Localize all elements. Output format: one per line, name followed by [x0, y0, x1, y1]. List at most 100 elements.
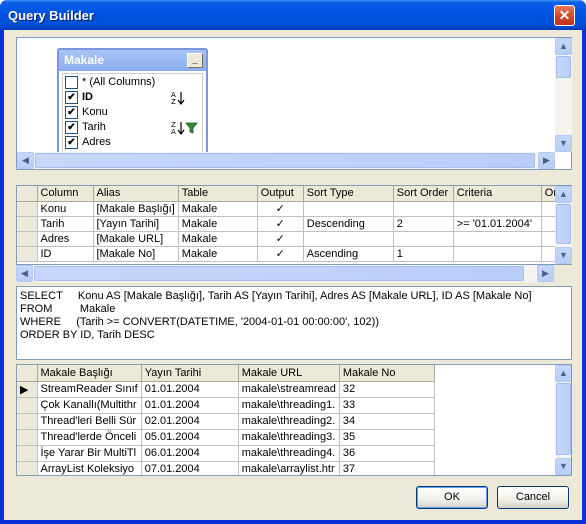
- grid-row[interactable]: ID [Makale No] Makale ✓ Ascending 1: [17, 246, 570, 262]
- scroll-up-button[interactable]: ▲: [555, 186, 572, 203]
- grid-cell[interactable]: [453, 231, 542, 247]
- result-cell[interactable]: 33: [339, 397, 435, 414]
- result-cell[interactable]: StreamReader Sınıf: [37, 381, 142, 398]
- scroll-thumb[interactable]: [556, 204, 571, 244]
- close-button[interactable]: ✕: [554, 5, 575, 26]
- results-column-header[interactable]: Makale No: [339, 365, 435, 382]
- grid-cell[interactable]: [303, 231, 394, 247]
- result-cell[interactable]: 35: [339, 429, 435, 446]
- result-cell[interactable]: Thread'lerde Önceli: [37, 429, 142, 446]
- result-cell[interactable]: makale\streamread: [238, 381, 340, 398]
- scroll-up-button[interactable]: ▲: [555, 365, 571, 382]
- results-row[interactable]: Thread'lerde Önceli 05.01.2004 makale\th…: [17, 429, 435, 446]
- result-cell[interactable]: 07.01.2004: [141, 461, 239, 475]
- scroll-up-button[interactable]: ▲: [555, 38, 572, 55]
- current-row-indicator-icon[interactable]: ▶: [17, 381, 38, 398]
- grid-column-header[interactable]: Output: [257, 186, 304, 202]
- minimize-table-button[interactable]: _: [187, 53, 203, 68]
- grid-cell[interactable]: [303, 201, 394, 217]
- results-column-header[interactable]: Yayın Tarihi: [141, 365, 239, 382]
- grid-cell[interactable]: [393, 231, 454, 247]
- title-bar[interactable]: Query Builder ✕: [0, 0, 586, 30]
- row-selector[interactable]: [17, 445, 38, 462]
- grid-cell[interactable]: ID: [37, 246, 94, 262]
- grid-column-header[interactable]: Table: [178, 186, 258, 202]
- results-row[interactable]: İşe Yarar Bir MultiTl 06.01.2004 makale\…: [17, 445, 435, 462]
- row-selector[interactable]: [17, 231, 38, 247]
- result-cell[interactable]: 05.01.2004: [141, 429, 239, 446]
- result-cell[interactable]: 37: [339, 461, 435, 475]
- grid-cell[interactable]: Makale: [178, 216, 258, 232]
- grid-cell[interactable]: Makale: [178, 231, 258, 247]
- grid-row[interactable]: Konu [Makale Başlığı] Makale ✓: [17, 201, 570, 217]
- grid-cell[interactable]: Makale: [178, 201, 258, 217]
- row-selector[interactable]: [17, 397, 38, 414]
- results-column-header[interactable]: Makale Başlığı: [37, 365, 142, 382]
- grid-cell[interactable]: >= '01.01.2004': [453, 216, 542, 232]
- grid-column-header[interactable]: Alias: [93, 186, 179, 202]
- results-row[interactable]: Thread'leri Belli Sür 02.01.2004 makale\…: [17, 413, 435, 430]
- result-cell[interactable]: makale\threading4.: [238, 445, 340, 462]
- scroll-thumb[interactable]: [34, 266, 524, 281]
- result-cell[interactable]: ArrayList Koleksiyo: [37, 461, 142, 475]
- result-cell[interactable]: 01.01.2004: [141, 397, 239, 414]
- grid-horizontal-scrollbar[interactable]: ◀ ▶: [16, 265, 554, 282]
- criteria-grid-pane[interactable]: Column Alias Table Output Sort Type Sort…: [16, 185, 572, 265]
- checkbox-checked[interactable]: ✔: [65, 136, 78, 149]
- grid-cell[interactable]: Tarih: [37, 216, 94, 232]
- scroll-right-button[interactable]: ▶: [538, 152, 555, 169]
- result-cell[interactable]: 32: [339, 381, 435, 398]
- scroll-left-button[interactable]: ◀: [17, 152, 34, 169]
- checkbox-checked[interactable]: ✔: [65, 91, 78, 104]
- grid-cell[interactable]: Ascending: [303, 246, 394, 262]
- result-cell[interactable]: 36: [339, 445, 435, 462]
- scroll-right-button[interactable]: ▶: [537, 265, 554, 282]
- sql-pane[interactable]: SELECT Konu AS [Makale Başlığı], Tarih A…: [16, 286, 572, 360]
- result-cell[interactable]: 01.01.2004: [141, 381, 239, 398]
- grid-row[interactable]: Adres [Makale URL] Makale ✓: [17, 231, 570, 247]
- result-cell[interactable]: makale\threading2.: [238, 413, 340, 430]
- grid-cell[interactable]: [453, 201, 542, 217]
- column-item-id[interactable]: ✔ ID A Z: [65, 90, 201, 105]
- results-vertical-scrollbar[interactable]: ▲ ▼: [555, 365, 571, 475]
- column-item-tarih[interactable]: ✔ Tarih Z A: [65, 120, 201, 135]
- scroll-down-button[interactable]: ▼: [555, 135, 572, 152]
- grid-cell[interactable]: [393, 201, 454, 217]
- grid-cell[interactable]: [Makale No]: [93, 246, 179, 262]
- table-makale-box[interactable]: Makale _ * (All Columns) ✔ ID A Z ✔ Konu…: [57, 48, 208, 161]
- row-selector[interactable]: [17, 461, 38, 475]
- ok-button[interactable]: OK: [416, 486, 488, 509]
- grid-cell[interactable]: Descending: [303, 216, 394, 232]
- grid-cell[interactable]: Makale: [178, 246, 258, 262]
- output-check-cell[interactable]: ✓: [257, 246, 304, 262]
- cancel-button[interactable]: Cancel: [497, 486, 569, 509]
- grid-cell[interactable]: [Makale URL]: [93, 231, 179, 247]
- scroll-down-button[interactable]: ▼: [555, 247, 572, 264]
- results-column-header[interactable]: Makale URL: [238, 365, 340, 382]
- checkbox-unchecked[interactable]: [65, 76, 78, 89]
- scroll-thumb[interactable]: [35, 153, 535, 168]
- scroll-thumb[interactable]: [556, 56, 571, 78]
- grid-cell[interactable]: [Yayın Tarihi]: [93, 216, 179, 232]
- row-selector[interactable]: [17, 429, 38, 446]
- row-selector[interactable]: [17, 201, 38, 217]
- grid-cell[interactable]: [Makale Başlığı]: [93, 201, 179, 217]
- grid-cell[interactable]: [453, 246, 542, 262]
- scroll-thumb[interactable]: [556, 383, 571, 455]
- checkbox-checked[interactable]: ✔: [65, 106, 78, 119]
- grid-row[interactable]: Tarih [Yayın Tarihi] Makale ✓ Descending…: [17, 216, 570, 232]
- results-row[interactable]: Çok Kanallı(Multithr 01.01.2004 makale\t…: [17, 397, 435, 414]
- result-cell[interactable]: Çok Kanallı(Multithr: [37, 397, 142, 414]
- result-cell[interactable]: makale\threading1.: [238, 397, 340, 414]
- results-pane[interactable]: Makale Başlığı Yayın Tarihi Makale URL M…: [16, 364, 572, 476]
- grid-column-header[interactable]: Column: [37, 186, 94, 202]
- scroll-left-button[interactable]: ◀: [16, 265, 33, 282]
- row-selector[interactable]: [17, 246, 38, 262]
- grid-vertical-scrollbar[interactable]: ▲ ▼: [555, 186, 572, 264]
- diagram-pane[interactable]: Makale _ * (All Columns) ✔ ID A Z ✔ Konu…: [16, 37, 572, 170]
- result-cell[interactable]: makale\arraylist.htr: [238, 461, 340, 475]
- grid-column-header[interactable]: Sort Order: [393, 186, 454, 202]
- grid-cell[interactable]: Konu: [37, 201, 94, 217]
- scroll-down-button[interactable]: ▼: [555, 458, 571, 475]
- table-box-header[interactable]: Makale _: [59, 50, 206, 71]
